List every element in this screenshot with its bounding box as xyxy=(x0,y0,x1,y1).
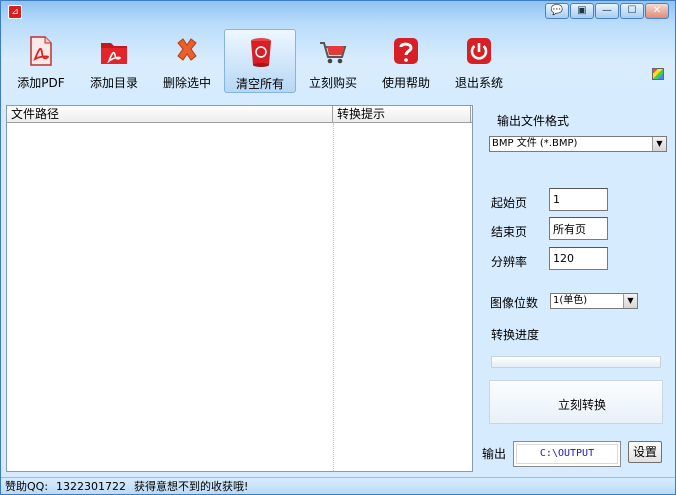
column-header-hint[interactable]: 转换提示 xyxy=(333,106,471,122)
help-label: 使用帮助 xyxy=(381,76,430,90)
status-message: 获得意想不到的收获哦! xyxy=(134,480,249,493)
exit-button[interactable]: 退出系统 xyxy=(443,29,515,93)
output-label: 输出 xyxy=(482,447,507,461)
format-select[interactable]: BMP 文件 (*.BMP) ▼ xyxy=(489,136,667,152)
skin-button[interactable]: ▣ xyxy=(570,3,594,19)
color-skin-icon[interactable] xyxy=(652,68,664,80)
end-page-input[interactable] xyxy=(549,217,608,240)
convert-now-button[interactable]: 立刻转换 xyxy=(554,395,610,414)
end-page-label: 结束页 xyxy=(491,225,528,239)
format-label: 输出文件格式 xyxy=(497,114,570,128)
buy-now-label: 立刻购买 xyxy=(308,76,357,90)
delete-selected-button[interactable]: 删除选中 xyxy=(151,29,223,93)
app-logo-icon: ⊿ xyxy=(8,5,22,19)
window-controls: 💬 ▣ — ☐ ✕ xyxy=(545,3,669,19)
settings-panel: 输出文件格式 BMP 文件 (*.BMP) ▼ 起始页 结束页 分辨率 图像位数… xyxy=(481,105,671,473)
file-list-table[interactable]: 文件路径 转换提示 xyxy=(6,105,473,472)
maximize-button[interactable]: ☐ xyxy=(620,3,644,19)
title-bar: ⊿ 💬 ▣ — ☐ ✕ xyxy=(1,1,675,23)
status-bar: 赞助QQ: 1322301722 获得意想不到的收获哦! xyxy=(1,477,675,494)
delete-selected-label: 删除选中 xyxy=(162,76,211,90)
add-pdf-label: 添加PDF xyxy=(17,76,65,90)
progress-label: 转换进度 xyxy=(491,328,540,342)
chevron-down-icon[interactable]: ▼ xyxy=(623,294,637,308)
list-header: 文件路径 转换提示 xyxy=(7,106,472,123)
close-button[interactable]: ✕ xyxy=(645,3,669,19)
qq-label: 赞助QQ: xyxy=(5,480,49,493)
folder-icon xyxy=(101,43,127,64)
help-button[interactable]: 使用帮助 xyxy=(370,29,442,93)
resolution-label: 分辨率 xyxy=(491,255,528,269)
add-folder-label: 添加目录 xyxy=(89,76,138,90)
start-page-label: 起始页 xyxy=(491,196,528,210)
app-window: ⊿ 💬 ▣ — ☐ ✕ 添加PDF 添加目录 删除选中 清空所有 立刻购买 使用… xyxy=(0,0,676,495)
minimize-button[interactable]: — xyxy=(595,3,619,19)
power-icon xyxy=(467,38,491,64)
add-folder-button[interactable]: 添加目录 xyxy=(78,29,150,93)
convert-area: 立刻转换 xyxy=(489,380,663,424)
chat-button[interactable]: 💬 xyxy=(545,3,569,19)
output-path-field[interactable]: C:\OUTPUT xyxy=(513,441,621,467)
format-value: BMP 文件 (*.BMP) xyxy=(492,138,578,149)
trash-bin-icon xyxy=(251,38,271,67)
bit-depth-value: 1(单色) xyxy=(553,295,588,306)
toolbar: 添加PDF 添加目录 删除选中 清空所有 立刻购买 使用帮助 退出系统 xyxy=(5,29,516,97)
pdf-file-icon xyxy=(30,36,52,66)
add-pdf-button[interactable]: 添加PDF xyxy=(5,29,77,93)
buy-now-button[interactable]: 立刻购买 xyxy=(297,29,369,93)
bit-depth-label: 图像位数 xyxy=(490,296,539,310)
column-divider xyxy=(333,123,334,471)
shopping-cart-icon xyxy=(320,42,347,64)
start-page-input[interactable] xyxy=(549,188,608,211)
clear-all-label: 清空所有 xyxy=(235,77,284,91)
exit-label: 退出系统 xyxy=(454,76,503,90)
column-header-path[interactable]: 文件路径 xyxy=(7,106,333,122)
chevron-down-icon[interactable]: ▼ xyxy=(652,137,666,151)
qq-number: 1322301722 xyxy=(56,480,127,493)
delete-x-icon xyxy=(177,38,197,61)
help-icon xyxy=(394,38,418,64)
resolution-input[interactable] xyxy=(549,247,608,270)
conversion-progress-bar xyxy=(491,356,661,368)
clear-all-button[interactable]: 清空所有 xyxy=(224,29,296,93)
settings-button[interactable]: 设置 xyxy=(628,441,662,463)
bit-depth-select[interactable]: 1(单色) ▼ xyxy=(550,293,638,309)
